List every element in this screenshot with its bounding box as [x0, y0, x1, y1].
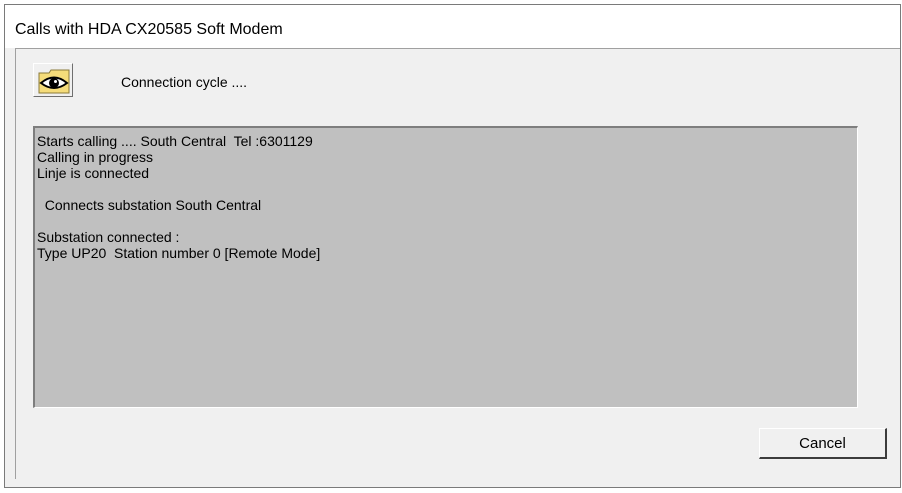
title-bar: Calls with HDA CX20585 Soft Modem: [5, 5, 900, 48]
log-line-blank: [37, 181, 857, 197]
cancel-button[interactable]: Cancel: [759, 428, 887, 459]
log-line: Substation connected :: [37, 229, 180, 245]
connection-log: Starts calling .... South Central Tel :6…: [33, 126, 858, 408]
eye-icon: [38, 69, 70, 94]
log-line: Starts calling .... South Central Tel :6…: [37, 133, 313, 149]
log-line: Type UP20 Station number 0 [Remote Mode]: [37, 245, 321, 261]
log-line: Linje is connected: [37, 165, 150, 181]
status-label: Connection cycle ....: [121, 74, 248, 90]
log-line: Calling in progress: [37, 149, 153, 165]
eye-icon-button: [33, 63, 73, 97]
window-title: Calls with HDA CX20585 Soft Modem: [15, 21, 283, 38]
log-line-blank: [37, 213, 857, 229]
log-line: Connects substation South Central: [37, 197, 262, 213]
